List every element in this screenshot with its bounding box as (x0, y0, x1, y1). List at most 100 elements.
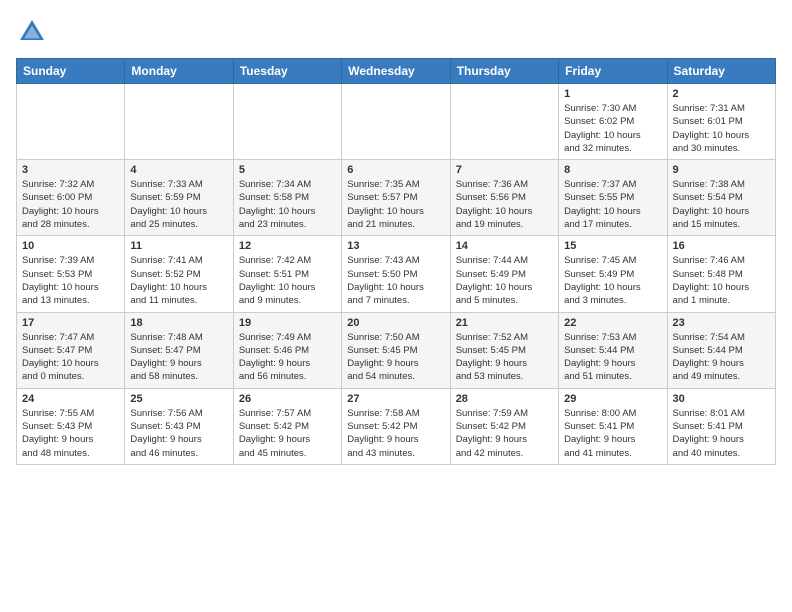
calendar-cell (233, 84, 341, 160)
day-number: 23 (673, 317, 770, 329)
calendar-cell: 24 Sunrise: 7:55 AM Sunset: 5:43 PM Dayli… (17, 388, 125, 464)
day-info: Sunrise: 7:43 AM Sunset: 5:50 PM Dayligh… (347, 254, 444, 307)
calendar-cell: 22 Sunrise: 7:53 AM Sunset: 5:44 PM Dayli… (559, 312, 667, 388)
calendar-cell: 1Sunrise: 7:30 AM Sunset: 6:02 PM Daylig… (559, 84, 667, 160)
day-number: 6 (347, 164, 444, 176)
day-number: 12 (239, 240, 336, 252)
logo (16, 16, 52, 48)
day-number: 26 (239, 393, 336, 405)
calendar-cell: 2 Sunrise: 7:31 AM Sunset: 6:01 PM Daylig… (667, 84, 775, 160)
day-number: 3 (22, 164, 119, 176)
day-number: 30 (673, 393, 770, 405)
calendar-cell: 20Sunrise: 7:50 AM Sunset: 5:45 PM Dayli… (342, 312, 450, 388)
calendar-cell: 28 Sunrise: 7:59 AM Sunset: 5:42 PM Dayli… (450, 388, 558, 464)
calendar-cell: 19 Sunrise: 7:49 AM Sunset: 5:46 PM Dayli… (233, 312, 341, 388)
calendar-cell: 5 Sunrise: 7:34 AM Sunset: 5:58 PM Daylig… (233, 160, 341, 236)
day-info: Sunrise: 7:31 AM Sunset: 6:01 PM Dayligh… (673, 102, 770, 155)
calendar-weekday-wednesday: Wednesday (342, 59, 450, 84)
calendar-cell: 9 Sunrise: 7:38 AM Sunset: 5:54 PM Daylig… (667, 160, 775, 236)
day-info: Sunrise: 7:59 AM Sunset: 5:42 PM Dayligh… (456, 407, 553, 460)
day-number: 18 (130, 317, 227, 329)
day-number: 7 (456, 164, 553, 176)
calendar-cell: 27 Sunrise: 7:58 AM Sunset: 5:42 PM Dayli… (342, 388, 450, 464)
calendar-week-1: 1Sunrise: 7:30 AM Sunset: 6:02 PM Daylig… (17, 84, 776, 160)
day-number: 13 (347, 240, 444, 252)
day-info: Sunrise: 8:00 AM Sunset: 5:41 PM Dayligh… (564, 407, 661, 460)
calendar-cell (17, 84, 125, 160)
day-number: 9 (673, 164, 770, 176)
day-info: Sunrise: 7:58 AM Sunset: 5:42 PM Dayligh… (347, 407, 444, 460)
calendar-cell (342, 84, 450, 160)
day-info: Sunrise: 7:46 AM Sunset: 5:48 PM Dayligh… (673, 254, 770, 307)
day-info: Sunrise: 7:32 AM Sunset: 6:00 PM Dayligh… (22, 178, 119, 231)
calendar-cell: 26 Sunrise: 7:57 AM Sunset: 5:42 PM Dayli… (233, 388, 341, 464)
calendar-week-2: 3 Sunrise: 7:32 AM Sunset: 6:00 PM Daylig… (17, 160, 776, 236)
day-info: Sunrise: 7:54 AM Sunset: 5:44 PM Dayligh… (673, 331, 770, 384)
day-number: 20 (347, 317, 444, 329)
calendar-cell: 21 Sunrise: 7:52 AM Sunset: 5:45 PM Dayli… (450, 312, 558, 388)
day-info: Sunrise: 7:34 AM Sunset: 5:58 PM Dayligh… (239, 178, 336, 231)
day-info: Sunrise: 7:41 AM Sunset: 5:52 PM Dayligh… (130, 254, 227, 307)
calendar-cell: 30 Sunrise: 8:01 AM Sunset: 5:41 PM Dayli… (667, 388, 775, 464)
day-info: Sunrise: 7:55 AM Sunset: 5:43 PM Dayligh… (22, 407, 119, 460)
calendar-cell: 3 Sunrise: 7:32 AM Sunset: 6:00 PM Daylig… (17, 160, 125, 236)
day-info: Sunrise: 7:56 AM Sunset: 5:43 PM Dayligh… (130, 407, 227, 460)
day-number: 22 (564, 317, 661, 329)
calendar-cell (125, 84, 233, 160)
day-number: 4 (130, 164, 227, 176)
calendar-cell: 14Sunrise: 7:44 AM Sunset: 5:49 PM Dayli… (450, 236, 558, 312)
day-info: Sunrise: 7:36 AM Sunset: 5:56 PM Dayligh… (456, 178, 553, 231)
day-info: Sunrise: 7:45 AM Sunset: 5:49 PM Dayligh… (564, 254, 661, 307)
page-header (16, 16, 776, 48)
calendar-cell: 12 Sunrise: 7:42 AM Sunset: 5:51 PM Dayli… (233, 236, 341, 312)
day-info: Sunrise: 7:38 AM Sunset: 5:54 PM Dayligh… (673, 178, 770, 231)
calendar-weekday-tuesday: Tuesday (233, 59, 341, 84)
calendar-week-5: 24 Sunrise: 7:55 AM Sunset: 5:43 PM Dayli… (17, 388, 776, 464)
day-info: Sunrise: 7:37 AM Sunset: 5:55 PM Dayligh… (564, 178, 661, 231)
day-number: 24 (22, 393, 119, 405)
day-number: 15 (564, 240, 661, 252)
day-number: 16 (673, 240, 770, 252)
day-info: Sunrise: 7:39 AM Sunset: 5:53 PM Dayligh… (22, 254, 119, 307)
day-number: 25 (130, 393, 227, 405)
calendar-cell: 11Sunrise: 7:41 AM Sunset: 5:52 PM Dayli… (125, 236, 233, 312)
day-number: 27 (347, 393, 444, 405)
day-info: Sunrise: 7:57 AM Sunset: 5:42 PM Dayligh… (239, 407, 336, 460)
calendar-cell: 4 Sunrise: 7:33 AM Sunset: 5:59 PM Daylig… (125, 160, 233, 236)
day-number: 8 (564, 164, 661, 176)
calendar-cell: 13 Sunrise: 7:43 AM Sunset: 5:50 PM Dayli… (342, 236, 450, 312)
day-info: Sunrise: 7:53 AM Sunset: 5:44 PM Dayligh… (564, 331, 661, 384)
calendar-weekday-saturday: Saturday (667, 59, 775, 84)
day-number: 28 (456, 393, 553, 405)
calendar-week-4: 17 Sunrise: 7:47 AM Sunset: 5:47 PM Dayli… (17, 312, 776, 388)
calendar-cell: 15 Sunrise: 7:45 AM Sunset: 5:49 PM Dayli… (559, 236, 667, 312)
day-number: 5 (239, 164, 336, 176)
calendar-cell: 10 Sunrise: 7:39 AM Sunset: 5:53 PM Dayli… (17, 236, 125, 312)
calendar-cell (450, 84, 558, 160)
calendar-cell: 16 Sunrise: 7:46 AM Sunset: 5:48 PM Dayli… (667, 236, 775, 312)
day-number: 2 (673, 88, 770, 100)
day-number: 17 (22, 317, 119, 329)
calendar-cell: 25 Sunrise: 7:56 AM Sunset: 5:43 PM Dayli… (125, 388, 233, 464)
day-info: Sunrise: 7:48 AM Sunset: 5:47 PM Dayligh… (130, 331, 227, 384)
day-info: Sunrise: 7:33 AM Sunset: 5:59 PM Dayligh… (130, 178, 227, 231)
calendar-week-3: 10 Sunrise: 7:39 AM Sunset: 5:53 PM Dayli… (17, 236, 776, 312)
day-info: Sunrise: 7:42 AM Sunset: 5:51 PM Dayligh… (239, 254, 336, 307)
day-info: Sunrise: 7:52 AM Sunset: 5:45 PM Dayligh… (456, 331, 553, 384)
calendar-cell: 6Sunrise: 7:35 AM Sunset: 5:57 PM Daylig… (342, 160, 450, 236)
day-number: 21 (456, 317, 553, 329)
calendar-weekday-sunday: Sunday (17, 59, 125, 84)
day-info: Sunrise: 7:44 AM Sunset: 5:49 PM Dayligh… (456, 254, 553, 307)
logo-icon (16, 16, 48, 48)
calendar-weekday-thursday: Thursday (450, 59, 558, 84)
day-number: 19 (239, 317, 336, 329)
calendar-cell: 18 Sunrise: 7:48 AM Sunset: 5:47 PM Dayli… (125, 312, 233, 388)
day-info: Sunrise: 7:49 AM Sunset: 5:46 PM Dayligh… (239, 331, 336, 384)
day-info: Sunrise: 7:47 AM Sunset: 5:47 PM Dayligh… (22, 331, 119, 384)
day-number: 10 (22, 240, 119, 252)
calendar-header-row: SundayMondayTuesdayWednesdayThursdayFrid… (17, 59, 776, 84)
day-number: 1 (564, 88, 661, 100)
calendar-cell: 17 Sunrise: 7:47 AM Sunset: 5:47 PM Dayli… (17, 312, 125, 388)
day-info: Sunrise: 8:01 AM Sunset: 5:41 PM Dayligh… (673, 407, 770, 460)
calendar-cell: 8 Sunrise: 7:37 AM Sunset: 5:55 PM Daylig… (559, 160, 667, 236)
